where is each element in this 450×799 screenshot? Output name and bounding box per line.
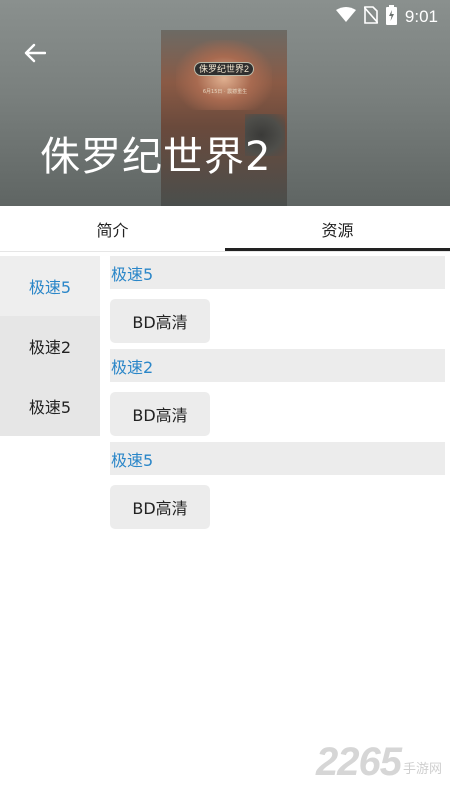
tab-divider <box>0 251 450 252</box>
tab-resources[interactable]: 资源 <box>225 206 450 251</box>
status-bar: 9:01 <box>0 0 450 32</box>
resource-groups: 极速5 BD高清 极速2 BD高清 极速5 BD高清 <box>110 256 445 535</box>
resource-group: 极速5 BD高清 <box>110 442 445 535</box>
tab-bar: 简介 资源 <box>0 206 450 251</box>
arrow-left-icon <box>24 43 47 67</box>
watermark-text: 手游网 <box>402 762 442 777</box>
back-button[interactable] <box>18 38 52 72</box>
tab-intro[interactable]: 简介 <box>0 206 225 251</box>
quality-button[interactable]: BD高清 <box>110 299 210 343</box>
source-list: 极速5 极速2 极速5 <box>0 256 100 436</box>
quality-button[interactable]: BD高清 <box>110 485 210 529</box>
battery-charging-icon <box>385 5 397 29</box>
poster-date-text: 6月15日 · 震撼重生 <box>202 89 248 95</box>
no-sim-icon <box>363 6 379 28</box>
group-header: 极速2 <box>110 349 445 382</box>
source-item[interactable]: 极速5 <box>0 376 100 436</box>
source-item[interactable]: 极速2 <box>0 316 100 376</box>
group-header: 极速5 <box>110 442 445 475</box>
group-header: 极速5 <box>110 256 445 289</box>
status-time: 9:01 <box>404 7 438 26</box>
movie-header: 9:01 侏罗纪世界2 6月15日 · 震撼重生 侏罗纪世界2 <box>0 0 450 206</box>
poster-logo-text: 侏罗纪世界2 <box>194 62 254 76</box>
source-item[interactable]: 极速5 <box>0 256 100 316</box>
quality-button[interactable]: BD高清 <box>110 392 210 436</box>
wifi-icon <box>335 7 356 27</box>
resource-group: 极速2 BD高清 <box>110 349 445 442</box>
watermark-number: 2265 <box>316 740 402 784</box>
watermark: 2265 手游网 <box>316 740 442 785</box>
resource-group: 极速5 BD高清 <box>110 256 445 349</box>
movie-title: 侏罗纪世界2 <box>40 134 272 180</box>
status-icons: 9:01 <box>335 5 438 29</box>
